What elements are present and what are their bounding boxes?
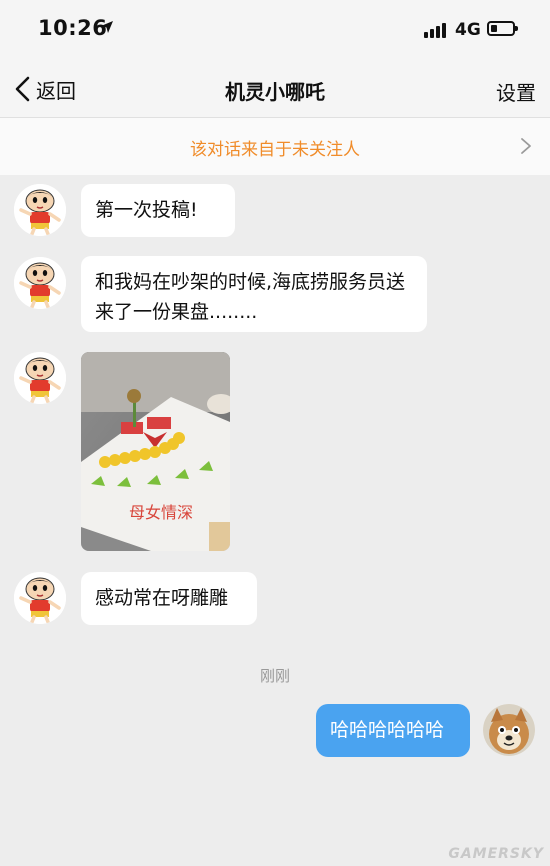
incoming-message-bubble[interactable]: 第一次投稿! bbox=[81, 184, 235, 237]
fruit-platter-image: 母女情深 bbox=[81, 352, 230, 551]
stranger-notice-banner[interactable]: 该对话来自于未关注人 bbox=[0, 118, 550, 175]
status-time: 10:26 bbox=[38, 16, 108, 40]
incoming-message-bubble[interactable]: 感动常在呀雕雕 bbox=[81, 572, 257, 625]
dog-avatar-icon bbox=[483, 704, 535, 756]
battery-icon bbox=[487, 21, 518, 36]
page-title: 机灵小哪吒 bbox=[225, 80, 325, 104]
incoming-message-bubble[interactable]: 和我妈在吵架的时候,海底捞服务员送来了一份果盘........ bbox=[81, 256, 427, 332]
network-type: 4G bbox=[455, 20, 481, 40]
settings-button[interactable]: 设置 bbox=[496, 77, 536, 106]
cartoon-boy-avatar-icon bbox=[14, 572, 66, 624]
watermark: GAMERSKY bbox=[448, 846, 544, 862]
message-text: 和我妈在吵架的时候,海底捞服务员送来了一份果盘........ bbox=[95, 271, 406, 323]
my-avatar[interactable] bbox=[483, 704, 535, 756]
nav-bar: 返回 机灵小哪吒 设置 bbox=[0, 60, 550, 118]
status-bar: 10:26 4G bbox=[0, 0, 550, 60]
sender-avatar[interactable] bbox=[14, 257, 66, 309]
message-text: 哈哈哈哈哈哈 bbox=[330, 719, 445, 741]
message-text: 第一次投稿! bbox=[95, 199, 198, 221]
cartoon-boy-avatar-icon bbox=[14, 184, 66, 236]
signal-strength-icon bbox=[424, 22, 448, 38]
location-arrow-icon bbox=[101, 21, 113, 33]
chevron-right-icon bbox=[521, 138, 531, 154]
photo-caption: 母女情深 bbox=[129, 503, 193, 522]
sender-avatar[interactable] bbox=[14, 572, 66, 624]
outgoing-message-bubble[interactable]: 哈哈哈哈哈哈 bbox=[316, 704, 470, 757]
fruit-platter-photo[interactable]: 母女情深 bbox=[81, 352, 230, 551]
cartoon-boy-avatar-icon bbox=[14, 352, 66, 404]
sender-avatar[interactable] bbox=[14, 184, 66, 236]
message-text: 感动常在呀雕雕 bbox=[95, 587, 229, 609]
notice-text: 该对话来自于未关注人 bbox=[190, 140, 360, 160]
message-timestamp: 刚刚 bbox=[259, 667, 290, 685]
cartoon-boy-avatar-icon bbox=[14, 257, 66, 309]
sender-avatar[interactable] bbox=[14, 352, 66, 404]
